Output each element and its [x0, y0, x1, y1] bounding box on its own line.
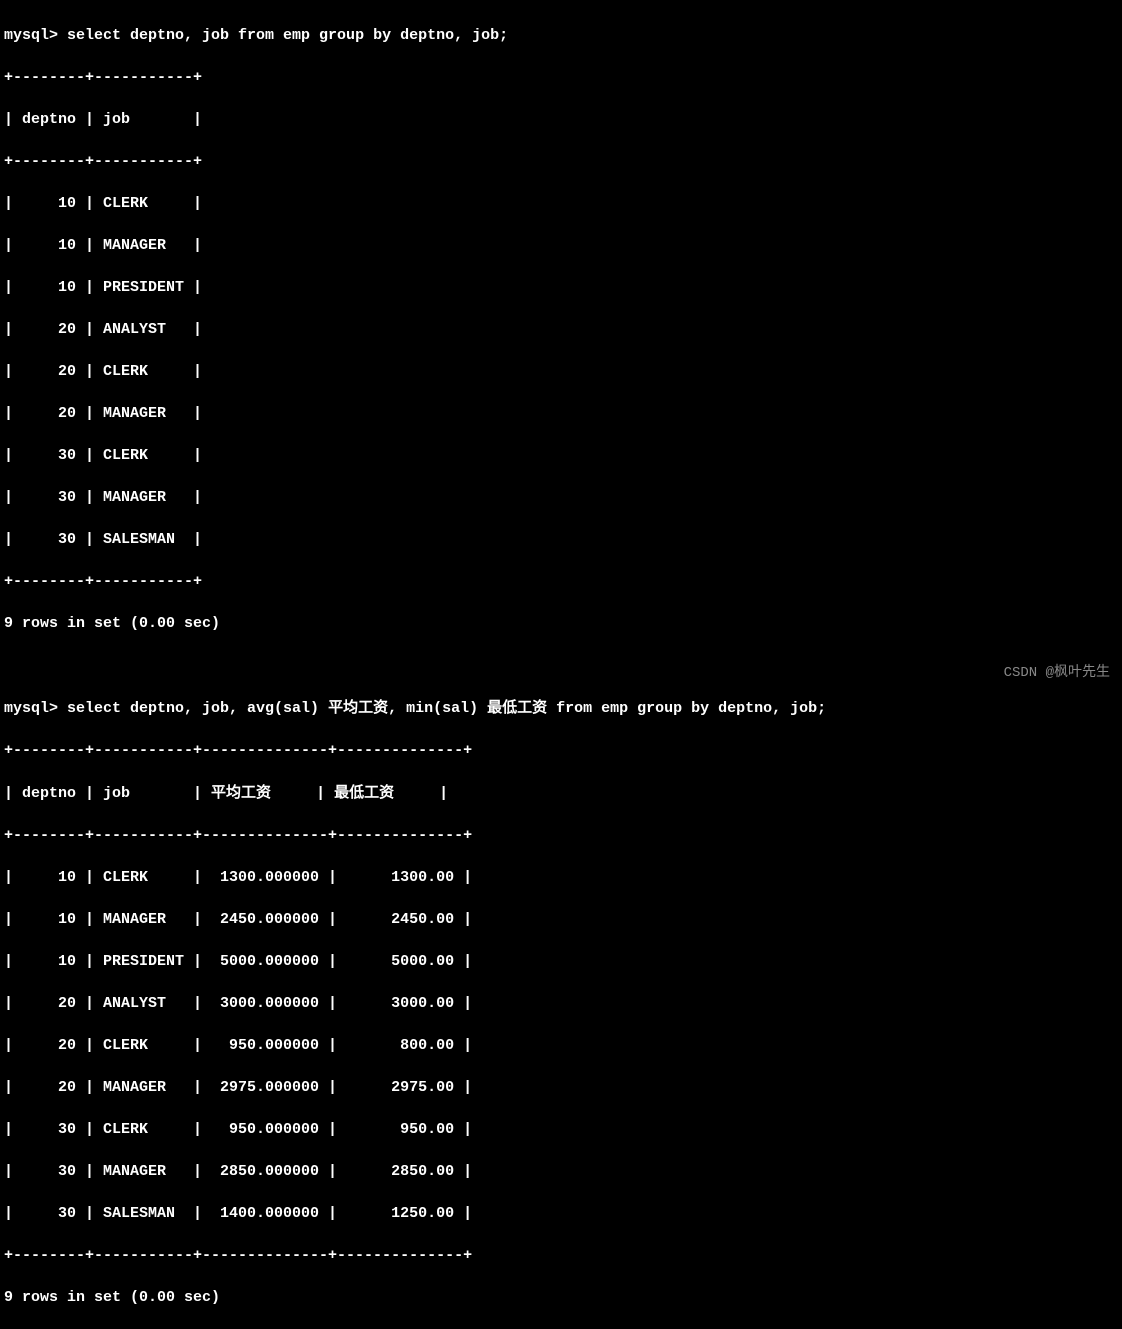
- col-header-cjk: 最低工资: [334, 784, 394, 801]
- query-line: mysql> select deptno, job, avg(sal) 平均工资…: [4, 697, 1118, 719]
- col-header-cjk: 平均工资: [211, 784, 271, 801]
- table-border: +--------+-----------+: [4, 571, 1118, 592]
- table-border: +--------+-----------+--------------+---…: [4, 825, 1118, 846]
- table-row: | 10 | PRESIDENT |: [4, 277, 1118, 298]
- table-border: +--------+-----------+--------------+---…: [4, 740, 1118, 761]
- table-row: | 20 | CLERK |: [4, 361, 1118, 382]
- result-footer: 9 rows in set (0.00 sec): [4, 1287, 1118, 1308]
- table-row: | 30 | MANAGER | 2850.000000 | 2850.00 |: [4, 1161, 1118, 1182]
- result-footer: 9 rows in set (0.00 sec): [4, 613, 1118, 634]
- sql-alias-cjk: 最低工资: [487, 699, 547, 716]
- table-row: | 10 | CLERK | 1300.000000 | 1300.00 |: [4, 867, 1118, 888]
- table-row: | 20 | ANALYST | 3000.000000 | 3000.00 |: [4, 993, 1118, 1014]
- table-row: | 30 | CLERK |: [4, 445, 1118, 466]
- mysql-prompt: mysql>: [4, 27, 67, 44]
- table-row: | 30 | CLERK | 950.000000 | 950.00 |: [4, 1119, 1118, 1140]
- table-row: | 20 | MANAGER | 2975.000000 | 2975.00 |: [4, 1077, 1118, 1098]
- sql-part: select deptno, job, avg(sal): [67, 700, 328, 717]
- table-border: +--------+-----------+: [4, 151, 1118, 172]
- sql-alias-cjk: 平均工资: [328, 699, 388, 716]
- table-row: | 10 | MANAGER |: [4, 235, 1118, 256]
- table-header: | deptno | job | 平均工资 | 最低工资 |: [4, 782, 1118, 804]
- table-row: | 20 | ANALYST |: [4, 319, 1118, 340]
- table-row: | 30 | SALESMAN |: [4, 529, 1118, 550]
- watermark: CSDN @枫叶先生: [1004, 664, 1110, 684]
- sql-query: select deptno, job from emp group by dep…: [67, 27, 508, 44]
- table-row: | 20 | CLERK | 950.000000 | 800.00 |: [4, 1035, 1118, 1056]
- blank-line: [4, 655, 1118, 676]
- table-row: | 30 | SALESMAN | 1400.000000 | 1250.00 …: [4, 1203, 1118, 1224]
- sql-part: from emp group by deptno, job;: [547, 700, 826, 717]
- query-line: mysql> select deptno, job from emp group…: [4, 25, 1118, 46]
- table-row: | 10 | PRESIDENT | 5000.000000 | 5000.00…: [4, 951, 1118, 972]
- table-row: | 10 | CLERK |: [4, 193, 1118, 214]
- sql-part: , min(sal): [388, 700, 487, 717]
- table-row: | 10 | MANAGER | 2450.000000 | 2450.00 |: [4, 909, 1118, 930]
- table-row: | 30 | MANAGER |: [4, 487, 1118, 508]
- mysql-prompt: mysql>: [4, 700, 67, 717]
- table-row: | 20 | MANAGER |: [4, 403, 1118, 424]
- terminal-output: mysql> select deptno, job from emp group…: [4, 4, 1118, 1329]
- table-border: +--------+-----------+--------------+---…: [4, 1245, 1118, 1266]
- table-header: | deptno | job |: [4, 109, 1118, 130]
- table-border: +--------+-----------+: [4, 67, 1118, 88]
